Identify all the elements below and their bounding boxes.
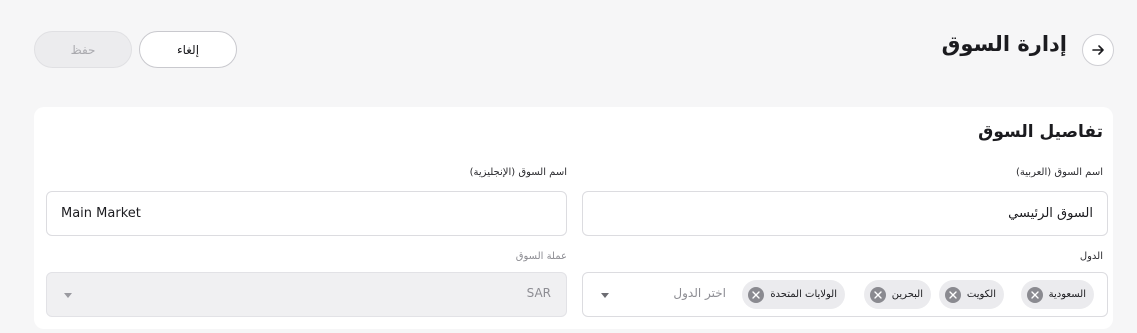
countries-multiselect[interactable]: السعودية الكويت البحرين الولايات المتحدة… — [582, 272, 1108, 317]
chip-usa: الولايات المتحدة — [742, 280, 845, 309]
remove-chip-icon[interactable] — [748, 286, 765, 303]
name-en-value: Main Market — [61, 206, 141, 221]
remove-chip-icon[interactable] — [944, 286, 961, 303]
page-title: إدارة السوق — [941, 32, 1067, 56]
chip-label: الكويت — [966, 289, 996, 300]
page-header: إدارة السوق إلغاء حفظ — [0, 0, 1137, 100]
chip-label: السعودية — [1048, 289, 1086, 300]
section-title: تفاصيل السوق — [978, 122, 1103, 142]
currency-value: SAR — [526, 286, 551, 300]
chip-label: البحرين — [891, 289, 923, 300]
remove-chip-icon[interactable] — [869, 286, 886, 303]
name-ar-value: السوق الرئيسي — [1008, 206, 1093, 221]
chevron-down-icon[interactable] — [601, 293, 609, 298]
chip-saudi: السعودية — [1020, 280, 1094, 309]
cancel-button[interactable]: إلغاء — [139, 31, 237, 68]
currency-label: عملة السوق — [515, 251, 567, 262]
currency-select[interactable]: SAR — [46, 272, 567, 317]
remove-chip-icon[interactable] — [1026, 286, 1043, 303]
chip-kuwait: الكويت — [938, 280, 1004, 309]
name-en-input[interactable]: Main Market — [46, 191, 567, 236]
name-ar-input[interactable]: السوق الرئيسي — [582, 191, 1108, 236]
back-button[interactable] — [1082, 34, 1114, 66]
name-en-label: اسم السوق (الإنجليزية) — [469, 167, 567, 178]
chevron-down-icon — [64, 293, 72, 298]
chip-label: الولايات المتحدة — [770, 289, 837, 300]
countries-placeholder: اختر الدول — [673, 286, 726, 300]
save-button[interactable]: حفظ — [34, 31, 132, 68]
countries-label: الدول — [1079, 251, 1103, 262]
chip-bahrain: البحرين — [863, 280, 931, 309]
arrow-right-icon — [1092, 45, 1104, 55]
name-ar-label: اسم السوق (العربية) — [1016, 167, 1103, 178]
market-details-card: تفاصيل السوق اسم السوق (العربية) السوق ا… — [34, 107, 1113, 329]
